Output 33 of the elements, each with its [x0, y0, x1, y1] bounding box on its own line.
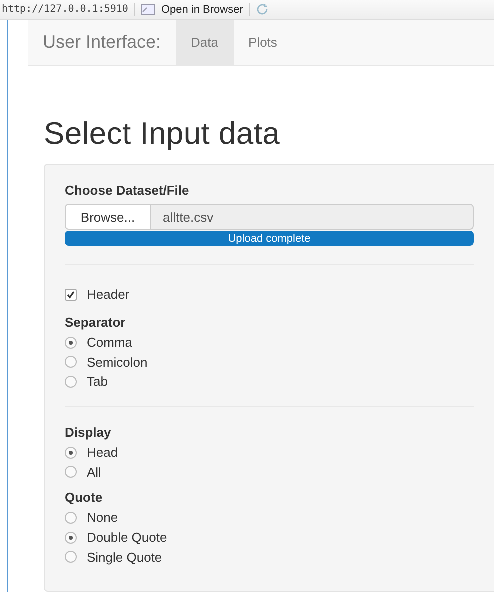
navbar-brand: User Interface: — [42, 31, 162, 54]
browse-button[interactable]: Browse... — [65, 204, 151, 230]
nav-tab[interactable]: Plots — [234, 20, 292, 65]
radio-button[interactable] — [65, 376, 77, 388]
checkbox-label: Header — [87, 287, 130, 302]
radio-button[interactable] — [65, 512, 77, 524]
group-label: Quote — [65, 490, 104, 506]
option-label: Double Quote — [87, 530, 168, 545]
radio-button[interactable] — [65, 356, 77, 368]
page-title: Select Input data — [44, 116, 282, 152]
option-label: Tab — [87, 374, 108, 390]
option-label: Head — [87, 445, 118, 460]
radio-button[interactable] — [65, 336, 77, 349]
field-label: Choose Dataset/File — [65, 183, 190, 198]
window-icon — [141, 4, 156, 15]
radio-button[interactable] — [65, 551, 77, 564]
option-label: None — [87, 510, 118, 526]
radio-button[interactable] — [65, 446, 77, 459]
open-in-browser-button[interactable]: Open in Browser — [161, 4, 244, 16]
option-label: Semicolon — [87, 354, 148, 370]
file-name-field[interactable]: alltte.csv — [151, 204, 474, 230]
group-label: Display — [65, 424, 112, 440]
nav-tab[interactable]: Data — [176, 20, 234, 65]
option-label: Single Quote — [87, 550, 162, 565]
progress-text: Upload complete — [227, 232, 312, 246]
option-label: All — [87, 464, 102, 480]
radio-button[interactable] — [65, 466, 77, 478]
group-label: Separator — [65, 314, 127, 330]
url-text: http://127.0.0.1:5910 — [2, 4, 128, 15]
checkbox[interactable] — [65, 288, 77, 301]
radio-button[interactable] — [65, 532, 77, 544]
option-label: Comma — [87, 335, 133, 350]
refresh-icon[interactable] — [256, 3, 270, 16]
